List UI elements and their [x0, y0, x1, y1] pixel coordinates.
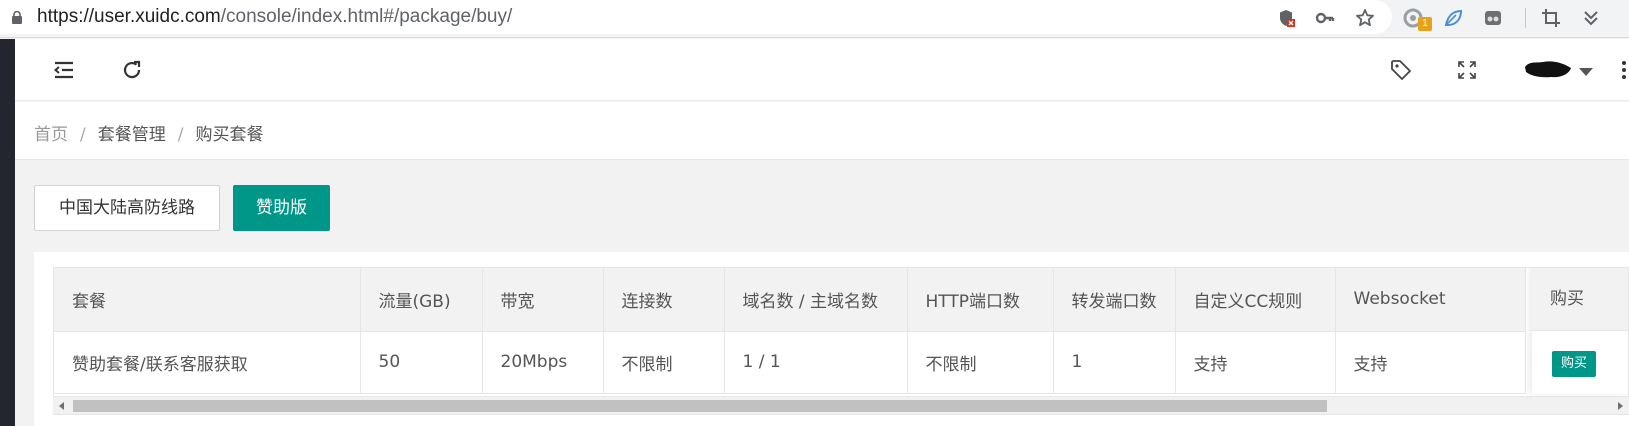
breadcrumb-separator: /	[177, 125, 184, 145]
table-cell: 赞助套餐/联系客服获取	[54, 331, 361, 394]
column-header: 连接数	[603, 268, 725, 332]
column-header: 自定义CC规则	[1175, 268, 1336, 332]
url-field[interactable]: https://user.xuidc.com/console/index.htm…	[0, 0, 1392, 34]
shield-blocked-icon[interactable]	[1275, 7, 1297, 29]
scroll-right-icon[interactable]	[1618, 402, 1623, 410]
breadcrumb-separator: /	[80, 125, 86, 145]
extension-badge: 1	[1418, 17, 1432, 31]
fixed-buy-column: 购买 购买	[1532, 268, 1628, 394]
scroll-left-icon[interactable]	[59, 402, 64, 410]
column-header: 购买	[1532, 268, 1628, 331]
column-header: Websocket	[1335, 268, 1526, 332]
column-header: 转发端口数	[1053, 268, 1176, 332]
package-table: 套餐 流量(GB) 带宽 连接数 域名数 / 主域名数 HTTP端口数 转发端口…	[53, 267, 1629, 415]
app-header	[15, 39, 1629, 101]
tab-sponsor-edition[interactable]: 赞助版	[233, 185, 330, 231]
lock-icon	[12, 11, 22, 24]
table-cell: 1 / 1	[724, 331, 908, 394]
tag-icon[interactable]	[1389, 58, 1413, 82]
table-cell: 支持	[1335, 331, 1526, 394]
breadcrumb-bar: 首页 / 套餐管理 / 购买套餐	[15, 102, 1629, 160]
column-header: 带宽	[482, 268, 604, 332]
menu-fold-icon[interactable]	[52, 58, 76, 82]
table-cell: 不限制	[603, 331, 725, 394]
key-icon[interactable]	[1314, 7, 1336, 29]
breadcrumb: 首页 / 套餐管理 / 购买套餐	[34, 120, 263, 145]
tab-mainland-high-defense[interactable]: 中国大陆高防线路	[34, 185, 220, 231]
sidebar-edge	[0, 39, 15, 426]
table-row: 赞助套餐/联系客服获取 50 20Mbps 不限制 1 / 1 不限制 1 支持…	[54, 331, 1526, 394]
scrollbar-thumb[interactable]	[73, 400, 1327, 412]
table-cell: 1	[1053, 331, 1176, 394]
incognito-extension-icon[interactable]	[1482, 7, 1504, 29]
toolbar-divider	[1525, 8, 1526, 28]
column-header: 域名数 / 主域名数	[724, 268, 908, 332]
refresh-icon[interactable]	[120, 58, 144, 82]
leaf-extension-icon[interactable]	[1442, 7, 1464, 29]
table-cell: 支持	[1175, 331, 1336, 394]
horizontal-scrollbar[interactable]	[53, 396, 1629, 414]
column-header: HTTP端口数	[907, 268, 1054, 332]
column-header: 流量(GB)	[360, 268, 483, 332]
user-avatar[interactable]	[1523, 59, 1573, 79]
star-bookmark-icon[interactable]	[1354, 7, 1376, 29]
column-header: 套餐	[54, 268, 361, 332]
breadcrumb-item-home[interactable]: 首页	[34, 120, 68, 145]
table-cell: 20Mbps	[482, 331, 604, 394]
buy-button[interactable]: 购买	[1552, 351, 1596, 377]
browser-address-bar: https://user.xuidc.com/console/index.htm…	[0, 0, 1629, 38]
breadcrumb-item-package-manage[interactable]: 套餐管理	[98, 120, 166, 145]
table-cell: 不限制	[907, 331, 1054, 394]
user-caret-icon[interactable]	[1579, 68, 1593, 76]
crop-icon[interactable]	[1540, 7, 1562, 29]
breadcrumb-item-buy-package: 购买套餐	[195, 125, 264, 145]
more-icon[interactable]	[1621, 59, 1627, 81]
fullscreen-icon[interactable]	[1455, 58, 1479, 82]
table-header-row: 套餐 流量(GB) 带宽 连接数 域名数 / 主域名数 HTTP端口数 转发端口…	[54, 268, 1526, 332]
url-text: https://user.xuidc.com/console/index.htm…	[37, 6, 513, 27]
table-cell: 50	[360, 331, 483, 394]
chevron-double-down-icon[interactable]	[1580, 7, 1602, 29]
